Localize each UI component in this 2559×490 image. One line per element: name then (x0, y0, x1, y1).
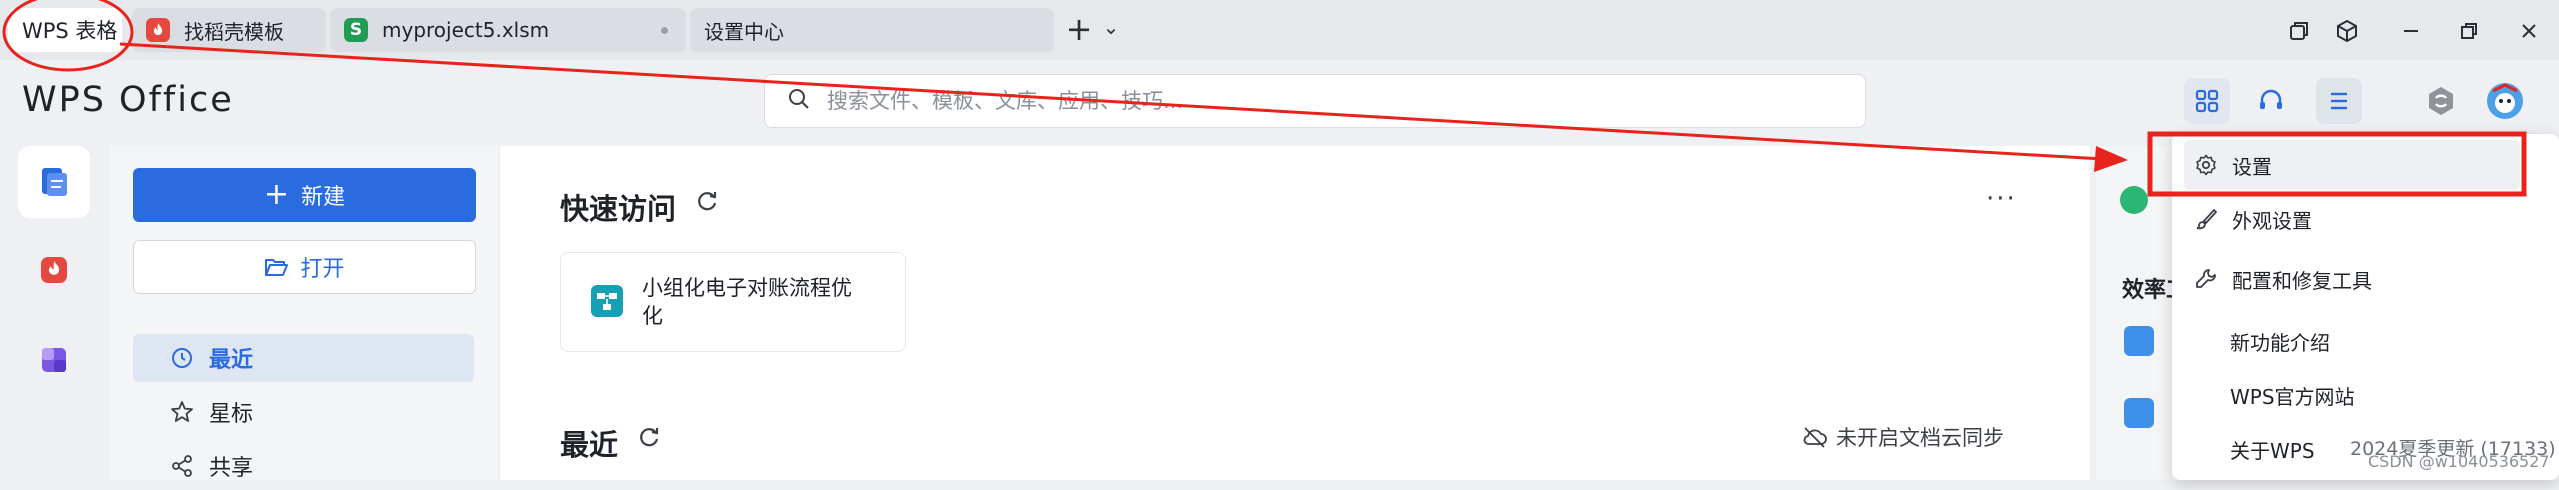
nav-shared[interactable]: 共享 (133, 442, 474, 490)
tab-settings-center-label: 设置中心 (704, 19, 784, 44)
open-button-label: 打开 (300, 257, 345, 282)
share-icon (169, 453, 195, 479)
menu-item-settings-label: 设置 (2232, 154, 2272, 179)
wrench-icon (2194, 267, 2218, 291)
menu-item-repair-tool[interactable]: 配置和修复工具 (2184, 254, 2520, 304)
menu-item-about-label: 关于WPS (2230, 438, 2315, 463)
menu-item-appearance-label: 外观设置 (2232, 208, 2312, 233)
folder-open-icon (264, 256, 289, 278)
tab-list-chevron-down-icon[interactable]: ⌄ (1094, 10, 1128, 44)
search-input[interactable] (825, 88, 1729, 114)
nav-shared-label: 共享 (209, 456, 254, 481)
quick-access-title: 快速访问 (560, 192, 677, 226)
rail-docer-button[interactable] (18, 234, 90, 306)
docer-flame-icon (41, 257, 67, 283)
clock-icon (169, 345, 195, 371)
cloud-off-icon (1802, 426, 1828, 448)
membership-shield-button[interactable] (2418, 78, 2464, 124)
new-button[interactable]: + 新建 (133, 168, 476, 222)
wps-office-logo: WPS Office (22, 80, 234, 120)
tab-settings-center[interactable]: 设置中心 (690, 8, 1054, 52)
menu-item-settings[interactable]: 设置 (2184, 140, 2520, 190)
cloud-sync-label: 未开启文档云同步 (1836, 426, 2004, 450)
tool-file-icon[interactable] (2124, 398, 2154, 428)
tab-home-label: WPS 表格 (22, 19, 118, 43)
status-dot-icon (2120, 186, 2148, 214)
flowchart-file-icon (590, 284, 624, 322)
rail-home-button[interactable] (18, 146, 90, 218)
menu-item-about[interactable]: 关于WPS (2184, 424, 2354, 474)
apps-grid-icon (2195, 89, 2219, 113)
plus-icon: + (263, 177, 290, 212)
quick-access-refresh-icon[interactable] (694, 188, 720, 218)
unsaved-dot-icon (661, 27, 668, 34)
open-button[interactable]: 打开 (133, 240, 476, 294)
documents-icon (42, 168, 67, 196)
menu-item-whats-new-label: 新功能介绍 (2230, 330, 2330, 355)
menu-item-repair-tool-label: 配置和修复工具 (2232, 268, 2372, 293)
window-restore-tabs-icon[interactable] (2282, 14, 2316, 48)
nav-recent[interactable]: 最近 (133, 334, 474, 382)
main-menu-button[interactable] (2316, 78, 2362, 124)
menu-item-official-site-label: WPS官方网站 (2230, 384, 2355, 409)
add-tab-button[interactable]: + (1062, 10, 1096, 48)
tab-docer-label: 找稻壳模板 (184, 19, 284, 44)
menu-item-whats-new[interactable]: 新功能介绍 (2184, 316, 2520, 366)
headset-icon (2260, 89, 2282, 109)
watermark: CSDN @w1040536527 (2368, 452, 2550, 471)
more-options-button[interactable]: ··· (1986, 184, 2017, 214)
menu-item-appearance[interactable]: 外观设置 (2184, 194, 2520, 244)
nav-starred-label: 星标 (209, 402, 254, 427)
search-icon (787, 87, 811, 115)
star-icon (169, 399, 195, 425)
menu-item-official-site[interactable]: WPS官方网站 (2184, 370, 2520, 420)
brush-icon (2194, 207, 2218, 231)
quick-access-item-title: 小组化电子对账流程优化 (642, 276, 852, 328)
tab-docer[interactable]: 找稻壳模板 (132, 8, 326, 52)
apps-cube-icon (42, 348, 66, 372)
new-button-label: 新建 (301, 185, 346, 210)
tab-myproject-label: myproject5.xlsm (382, 18, 550, 42)
tool-convert-icon[interactable] (2124, 326, 2154, 356)
maximize-icon[interactable] (2452, 14, 2486, 48)
minimize-icon[interactable] (2394, 14, 2428, 48)
cube-icon[interactable] (2330, 14, 2364, 48)
tab-home[interactable]: WPS 表格 (8, 8, 122, 52)
search-box[interactable] (764, 74, 1866, 128)
spreadsheet-icon: S (344, 18, 368, 42)
cloud-sync-status[interactable]: 未开启文档云同步 (1802, 422, 2004, 452)
user-avatar[interactable] (2482, 78, 2528, 124)
docer-icon (146, 18, 170, 42)
apps-grid-button[interactable] (2184, 78, 2230, 124)
nav-recent-label: 最近 (209, 348, 254, 373)
shield-icon (2429, 87, 2453, 115)
service-headset-button[interactable] (2248, 78, 2294, 124)
hamburger-menu-icon (2331, 92, 2347, 110)
close-icon[interactable] (2512, 14, 2546, 48)
gear-icon (2194, 153, 2218, 177)
recent-refresh-icon[interactable] (636, 424, 662, 454)
tab-myproject[interactable]: S myproject5.xlsm (330, 8, 686, 52)
avatar-icon (2487, 83, 2523, 119)
rail-apps-button[interactable] (18, 324, 90, 396)
nav-starred[interactable]: 星标 (133, 388, 474, 436)
recent-title: 最近 (560, 428, 619, 462)
